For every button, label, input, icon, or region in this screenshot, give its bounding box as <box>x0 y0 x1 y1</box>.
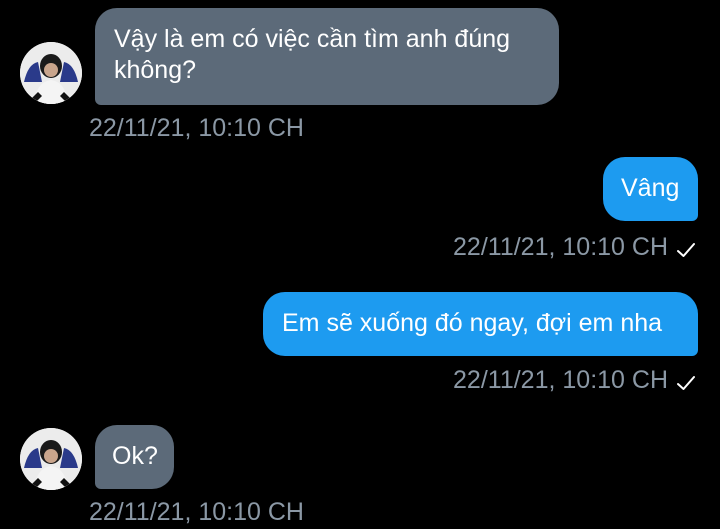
message-text: Em sẽ xuống đó ngay, đợi em nha <box>282 309 663 337</box>
outgoing-message-bubble[interactable]: Vâng <box>603 157 698 221</box>
message-timestamp-row: 22/11/21, 10:10 CH <box>453 365 696 395</box>
chat-thread: Vậy là em có việc cần tìm anh đúng không… <box>0 0 720 529</box>
incoming-message-bubble[interactable]: Ok? <box>95 425 174 489</box>
message-text: Ok? <box>112 442 158 470</box>
message-text: Vâng <box>621 174 680 202</box>
message-text-line: Vậy là em có việc cần tìm anh đúng <box>114 25 511 53</box>
message-timestamp: 22/11/21, 10:10 CH <box>89 498 304 526</box>
incoming-message-bubble[interactable]: Vậy là em có việc cần tìm anh đúng không… <box>95 8 559 105</box>
avatar[interactable] <box>20 42 82 104</box>
message-timestamp: 22/11/21, 10:10 CH <box>453 366 668 394</box>
message-timestamp: 22/11/21, 10:10 CH <box>89 114 304 142</box>
message-timestamp-row: 22/11/21, 10:10 CH <box>453 232 696 262</box>
outgoing-message-bubble[interactable]: Em sẽ xuống đó ngay, đợi em nha <box>263 292 698 356</box>
checkmark-icon <box>676 370 696 390</box>
checkmark-icon <box>676 237 696 257</box>
avatar[interactable] <box>20 428 82 490</box>
message-timestamp: 22/11/21, 10:10 CH <box>453 233 668 261</box>
message-text-line: không? <box>114 56 197 84</box>
